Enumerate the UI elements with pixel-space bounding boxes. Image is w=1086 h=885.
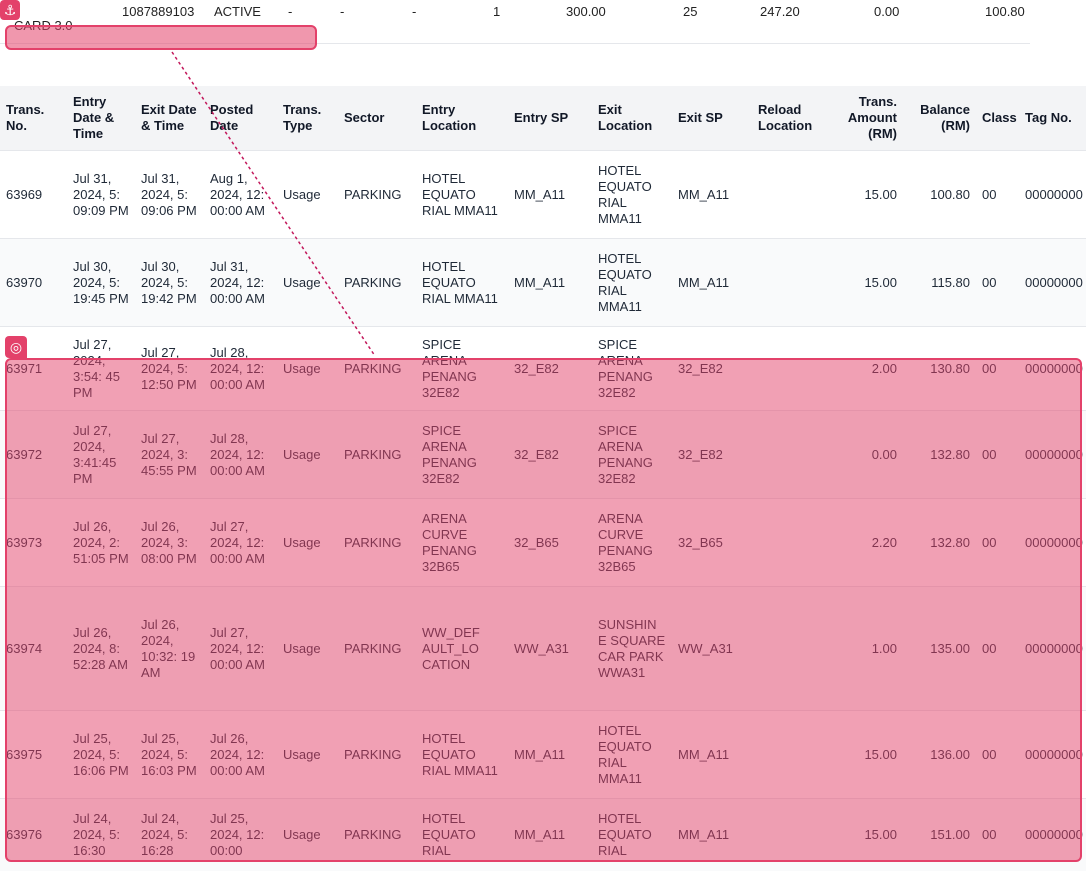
cell-exit-location: HOTEL EQUATO RIAL MMA11 — [592, 150, 672, 239]
cell-exit-location: HOTEL EQUATO RIAL MMA11 — [592, 238, 672, 327]
card-status: ACTIVE — [214, 4, 261, 19]
cell-entry-sp: MM_A11 — [508, 150, 592, 239]
cell-reload-location — [752, 150, 832, 239]
cell-trans-no: 63970 — [0, 238, 67, 327]
table-row: 63969 Jul 31, 2024, 5: 09:09 PM Jul 31, 20… — [0, 150, 1086, 239]
header-class: Class — [976, 86, 1019, 151]
cell-exit-sp: MM_A11 — [672, 238, 752, 327]
card-col-f: 25 — [683, 4, 698, 19]
header-trans-no: Trans. No. — [0, 86, 67, 151]
card-col-e: 300.00 — [566, 4, 606, 19]
header-reload-location: Reload Location — [752, 86, 832, 151]
cell-entry-datetime: Jul 31, 2024, 5: 09:09 PM — [67, 150, 135, 239]
cell-trans-no: 63969 — [0, 150, 67, 239]
header-posted-date: Posted Date — [204, 86, 277, 151]
cell-sector: PARKING — [338, 150, 416, 239]
target-icon: ◎ — [5, 336, 27, 358]
card-col-c: - — [412, 4, 417, 19]
table-row: 63970 Jul 30, 2024, 5: 19:45 PM Jul 30, 20… — [0, 238, 1086, 327]
cell-reload-location — [752, 238, 832, 327]
cell-exit-datetime: Jul 31, 2024, 5: 09:06 PM — [135, 150, 204, 239]
cell-trans-amount: 15.00 — [832, 150, 903, 239]
header-entry-datetime: Entry Date & Time — [67, 86, 135, 151]
cell-tag-no: 00000000 — [1019, 238, 1086, 327]
header-trans-type: Trans. Type — [277, 86, 338, 151]
card-col-h: 0.00 — [874, 4, 900, 19]
header-entry-location: Entry Location — [416, 86, 508, 151]
cell-entry-datetime: Jul 30, 2024, 5: 19:45 PM — [67, 238, 135, 327]
cell-exit-datetime: Jul 30, 2024, 5: 19:42 PM — [135, 238, 204, 327]
target-highlight-box — [5, 358, 1082, 862]
cell-balance: 115.80 — [903, 238, 976, 327]
anchor-icon: ⚓ — [0, 0, 20, 20]
header-tag-no: Tag No. — [1019, 86, 1086, 151]
header-exit-datetime: Exit Date & Time — [135, 86, 204, 151]
cell-entry-location: HOTEL EQUATO RIAL MMA11 — [416, 238, 508, 327]
header-sector: Sector — [338, 86, 416, 151]
table-header-row: Trans. No. Entry Date & Time Exit Date &… — [0, 86, 1086, 151]
header-trans-amount: Trans. Amount (RM) — [832, 86, 903, 151]
card-col-d: 1 — [493, 4, 501, 19]
header-entry-sp: Entry SP — [508, 86, 592, 151]
cell-class: 00 — [976, 238, 1019, 327]
cell-exit-sp: MM_A11 — [672, 150, 752, 239]
anchor-highlight-box — [5, 25, 317, 50]
cell-trans-type: Usage — [277, 150, 338, 239]
cell-class: 00 — [976, 150, 1019, 239]
cell-posted-date: Aug 1, 2024, 12: 00:00 AM — [204, 150, 277, 239]
cell-tag-no: 00000000 — [1019, 150, 1086, 239]
card-col-i: 100.80 — [985, 4, 1025, 19]
header-balance: Balance (RM) — [903, 86, 976, 151]
cell-trans-type: Usage — [277, 238, 338, 327]
card-number: 1087889103 — [122, 4, 195, 19]
cell-entry-sp: MM_A11 — [508, 238, 592, 327]
cell-sector: PARKING — [338, 238, 416, 327]
card-col-g: 247.20 — [760, 4, 800, 19]
cell-posted-date: Jul 31, 2024, 12: 00:00 AM — [204, 238, 277, 327]
cell-entry-location: HOTEL EQUATO RIAL MMA11 — [416, 150, 508, 239]
cell-balance: 100.80 — [903, 150, 976, 239]
card-col-b: - — [340, 4, 345, 19]
header-exit-sp: Exit SP — [672, 86, 752, 151]
card-col-a: - — [288, 4, 293, 19]
header-exit-location: Exit Location — [592, 86, 672, 151]
cell-trans-amount: 15.00 — [832, 238, 903, 327]
